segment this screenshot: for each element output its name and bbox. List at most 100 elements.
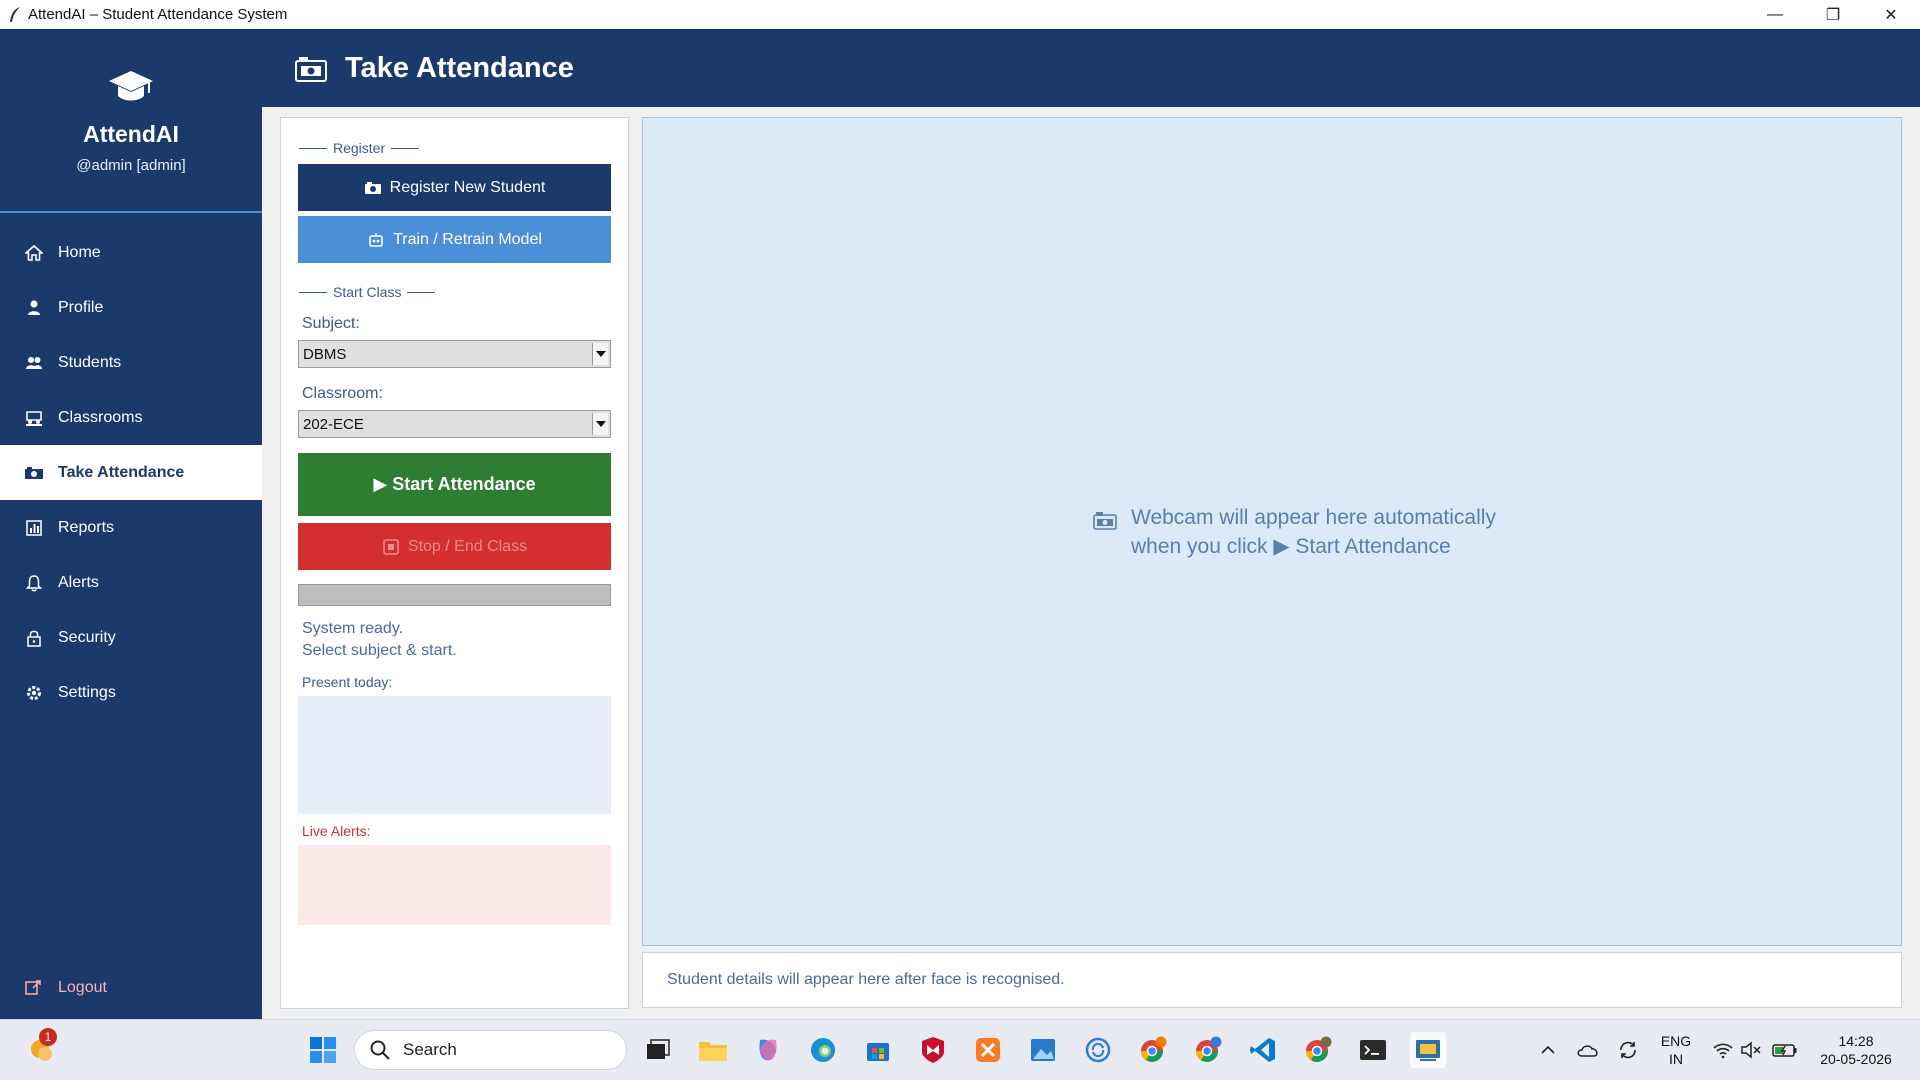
current-user: @admin [admin] [76, 157, 186, 174]
close-button[interactable]: ✕ [1862, 0, 1920, 29]
sidebar-item-profile[interactable]: Profile [0, 280, 262, 335]
task-view-icon[interactable] [640, 1032, 676, 1068]
battery-charging-icon[interactable] [1767, 1032, 1803, 1068]
sidebar-nav: Home Profile Students Classrooms Take At… [0, 225, 262, 720]
clock[interactable]: 14:28 20-05-2026 [1812, 1032, 1900, 1068]
webcam-panel: Webcam will appear here automatically wh… [642, 117, 1902, 946]
sidebar-item-label: Students [58, 353, 122, 371]
photos-app-icon[interactable] [1025, 1032, 1061, 1068]
bar-chart-icon [24, 518, 44, 538]
onedrive-cloud-icon[interactable] [1570, 1032, 1606, 1068]
subject-label: Subject: [302, 315, 360, 332]
vscode-icon[interactable] [1245, 1032, 1281, 1068]
update-sync-icon[interactable] [1610, 1032, 1646, 1068]
sidebar-item-label: Classrooms [58, 408, 143, 426]
control-panel: Register Register New Student Train / Re… [280, 117, 629, 1009]
subject-value: DBMS [303, 345, 347, 363]
sidebar: AttendAI @admin [admin] Home Profile Stu… [0, 29, 262, 1019]
classroom-dropdown[interactable]: 202-ECE [298, 410, 611, 438]
sidebar-item-students[interactable]: Students [0, 335, 262, 390]
edge-browser-icon[interactable] [805, 1032, 841, 1068]
feather-icon [6, 6, 24, 24]
train-model-button[interactable]: Train / Retrain Model [298, 216, 611, 263]
camera-icon [364, 180, 382, 196]
subject-dropdown[interactable]: DBMS [298, 340, 611, 368]
main-content: Register Register New Student Train / Re… [262, 107, 1920, 1019]
start-class-section-label: Start Class [299, 284, 441, 300]
student-details-bar: Student details will appear here after f… [642, 952, 1902, 1008]
start-attendance-button[interactable]: ▶ Start Attendance [298, 453, 611, 516]
person-icon [24, 298, 44, 318]
sidebar-item-label: Take Attendance [58, 463, 185, 481]
page-header: Take Attendance [262, 29, 1920, 107]
brand-block: AttendAI @admin [admin] [0, 29, 262, 213]
sidebar-item-label: Settings [58, 683, 116, 701]
chrome-profile-blue-icon[interactable] [1190, 1032, 1226, 1068]
logout-label: Logout [58, 979, 107, 996]
clock-date: 20-05-2026 [1820, 1051, 1892, 1067]
camera-icon [24, 463, 44, 483]
sidebar-item-take-attendance[interactable]: Take Attendance [0, 445, 262, 500]
sidebar-item-label: Security [58, 628, 116, 646]
sync-app-icon[interactable] [1080, 1032, 1116, 1068]
home-icon [24, 243, 44, 263]
present-today-label: Present today: [302, 674, 393, 690]
sidebar-item-alerts[interactable]: Alerts [0, 555, 262, 610]
register-section-label: Register [299, 140, 425, 156]
sidebar-item-home[interactable]: Home [0, 225, 262, 280]
taskbar: 1 Search ENG IN 14:28 20-05-2026 [0, 1019, 1920, 1080]
sidebar-item-security[interactable]: Security [0, 610, 262, 665]
sidebar-item-settings[interactable]: Settings [0, 665, 262, 720]
register-new-student-button[interactable]: Register New Student [298, 164, 611, 211]
windows-start-icon[interactable] [305, 1032, 341, 1068]
chrome-profile-d-icon[interactable] [1135, 1032, 1171, 1068]
sidebar-item-label: Alerts [58, 573, 99, 591]
present-today-list [298, 696, 611, 814]
language-indicator[interactable]: ENG IN [1660, 1032, 1692, 1068]
chrome-profile-photo-icon[interactable] [1300, 1032, 1336, 1068]
classroom-label: Classroom: [302, 385, 383, 402]
window-titlebar: AttendAI – Student Attendance System — ❐… [0, 0, 1920, 29]
maximize-button[interactable]: ❐ [1804, 0, 1862, 29]
app-window: AttendAI @admin [admin] Home Profile Stu… [0, 29, 1920, 1019]
chevron-up-icon[interactable] [1530, 1032, 1566, 1068]
chevron-down-icon[interactable] [592, 343, 608, 365]
notification-badge: 1 [39, 1028, 57, 1046]
logout-button[interactable]: Logout [0, 968, 262, 1008]
xampp-icon[interactable] [970, 1032, 1006, 1068]
file-explorer-icon[interactable] [695, 1032, 731, 1068]
sidebar-item-classrooms[interactable]: Classrooms [0, 390, 262, 445]
sidebar-item-label: Home [58, 243, 101, 261]
minimize-button[interactable]: — [1746, 0, 1804, 29]
stop-end-class-button[interactable]: Stop / End Class [298, 523, 611, 570]
microsoft-store-icon[interactable] [860, 1032, 896, 1068]
webcam-placeholder: Webcam will appear here automatically wh… [1093, 503, 1496, 561]
sidebar-item-reports[interactable]: Reports [0, 500, 262, 555]
terminal-icon[interactable] [1355, 1032, 1391, 1068]
camera-icon [294, 53, 328, 83]
python-app-icon[interactable] [1410, 1032, 1446, 1068]
live-alerts-label: Live Alerts: [302, 823, 371, 839]
chevron-down-icon[interactable] [592, 413, 608, 435]
page-title: Take Attendance [345, 51, 574, 84]
window-title: AttendAI – Student Attendance System [28, 6, 288, 23]
taskbar-search[interactable]: Search [354, 1030, 627, 1070]
brand-name: AttendAI [83, 121, 179, 147]
attendance-progress-bar [298, 584, 611, 606]
mcafee-icon[interactable] [915, 1032, 951, 1068]
camera-icon [1093, 510, 1117, 530]
classroom-value: 202-ECE [303, 415, 364, 433]
lock-icon [24, 628, 44, 648]
gear-icon [24, 683, 44, 703]
graduation-cap-icon [107, 65, 155, 109]
search-label: Search [403, 1040, 457, 1059]
status-text: System ready. Select subject & start. [302, 620, 457, 659]
copilot-icon[interactable] [750, 1032, 786, 1068]
users-icon [24, 353, 44, 373]
clock-time: 14:28 [1838, 1033, 1874, 1049]
speaker-muted-icon[interactable] [1733, 1032, 1769, 1068]
classroom-icon [24, 408, 44, 428]
search-icon [369, 1039, 391, 1061]
robot-icon [367, 232, 385, 248]
bell-icon [24, 573, 44, 593]
